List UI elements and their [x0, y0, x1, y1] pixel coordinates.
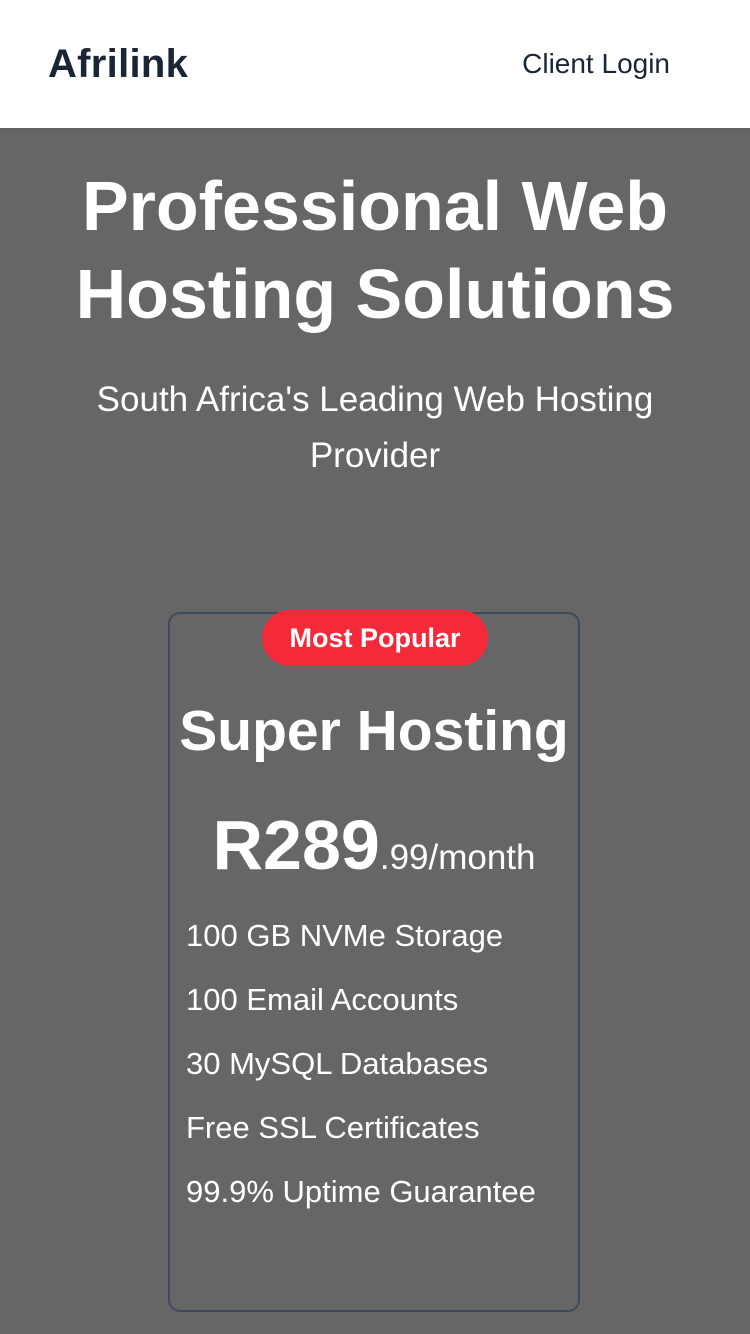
client-login-link[interactable]: Client Login: [522, 46, 670, 82]
feature-list: 100 GB NVMe Storage 100 Email Accounts 3…: [186, 904, 576, 1224]
plan-price: R289.99/month: [170, 800, 578, 903]
price-amount: R289: [212, 806, 380, 884]
hero-title: Professional Web Hosting Solutions: [75, 167, 675, 333]
feature-item: 99.9% Uptime Guarantee: [186, 1174, 536, 1209]
brand-logo[interactable]: Afrilink: [48, 38, 188, 90]
top-navbar: Afrilink Client Login: [0, 0, 750, 128]
plan-name: Super Hosting: [179, 699, 569, 763]
feature-item: 100 Email Accounts: [186, 982, 459, 1017]
price-suffix: .99/month: [379, 838, 536, 877]
feature-item: 30 MySQL Databases: [186, 1046, 489, 1081]
most-popular-badge: Most Popular: [262, 610, 488, 666]
pricing-card: Most Popular Super Hosting R289.99/month…: [168, 610, 580, 1312]
hero-subtitle: South Africa's Leading Web Hosting Provi…: [96, 380, 654, 475]
feature-item: 100 GB NVMe Storage: [186, 918, 504, 953]
feature-item: Free SSL Certificates: [186, 1110, 480, 1145]
